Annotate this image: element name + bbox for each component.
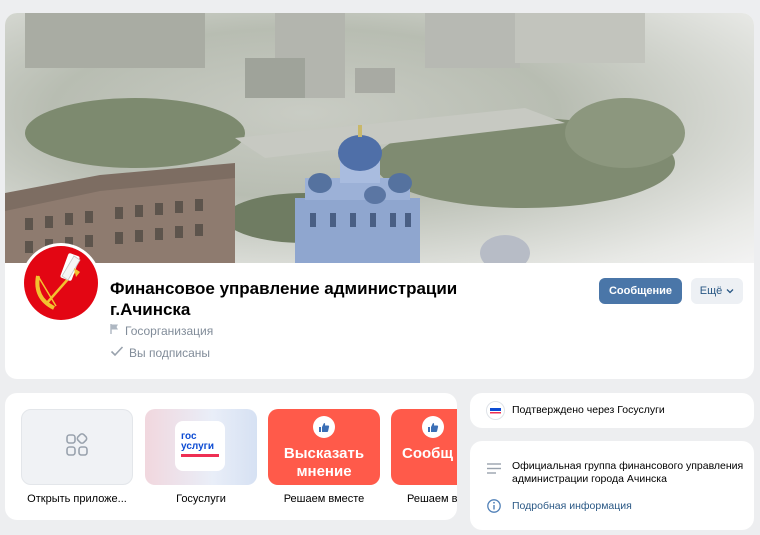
info-icon [487, 499, 501, 518]
subscribed-label: Вы подписаны [129, 345, 210, 360]
info-card: Официальная группа финансового управлени… [470, 441, 754, 530]
verified-text: Подтверждено через Госуслуги [512, 404, 665, 416]
group-header-card: Финансовое управление администрации г.Ач… [5, 13, 754, 379]
app-tile[interactable]: гос услуги [145, 409, 257, 485]
more-info-link[interactable]: Подробная информация [512, 500, 632, 513]
app-tile[interactable] [21, 409, 133, 485]
message-button[interactable]: Сообщение [599, 278, 682, 304]
coat-of-arms-icon [24, 246, 98, 320]
group-description: Официальная группа финансового управлени… [512, 460, 744, 485]
thumbs-up-shield-icon [421, 415, 445, 439]
app-reshaem-vmeste-report[interactable]: Сообщ о пробл Решаем в [391, 409, 457, 505]
cover-image [5, 13, 754, 263]
gosuslugi-verified-icon [486, 401, 505, 425]
app-gosuslugi[interactable]: гос услуги Госуслуги [145, 409, 257, 505]
more-button[interactable]: Ещё [691, 278, 743, 304]
more-label: Ещё [699, 285, 723, 297]
thumbs-up-shield-icon [312, 415, 336, 439]
verified-card[interactable]: Подтверждено через Госуслуги [470, 393, 754, 428]
app-label: Решаем вместе [283, 493, 365, 505]
app-label: Решаем в [407, 493, 457, 505]
apps-grid-icon [65, 432, 89, 462]
gosuslugi-logo: гос услуги [175, 421, 225, 471]
lines-icon [487, 461, 501, 479]
chevron-down-icon [726, 285, 734, 297]
app-tile[interactable]: Высказать мнение [268, 409, 380, 485]
app-tile[interactable]: Сообщ о пробл [391, 409, 457, 485]
app-reshaem-vmeste-opinion[interactable]: Высказать мнение Решаем вместе [268, 409, 380, 505]
tile-text: Высказать мнение [283, 445, 365, 480]
apps-panel: Открыть приложе... гос услуги Госуслуги … [5, 393, 457, 520]
checkmark-icon [110, 345, 124, 360]
group-avatar[interactable] [21, 243, 101, 323]
flag-icon [110, 323, 120, 338]
tile-text: Сообщ о пробл [402, 445, 457, 462]
subscription-status[interactable]: Вы подписаны [110, 345, 210, 360]
gosuslugi-logo-line2: услуги [181, 441, 214, 452]
app-open-apps[interactable]: Открыть приложе... [21, 409, 133, 505]
group-title: Финансовое управление администрации г.Ач… [110, 279, 458, 319]
app-label: Госуслуги [176, 493, 226, 505]
group-category: Госорганизация [125, 323, 214, 338]
gosuslugi-logo-underline [181, 454, 219, 457]
category-row: Госорганизация [110, 323, 213, 338]
app-label: Открыть приложе... [27, 493, 127, 505]
